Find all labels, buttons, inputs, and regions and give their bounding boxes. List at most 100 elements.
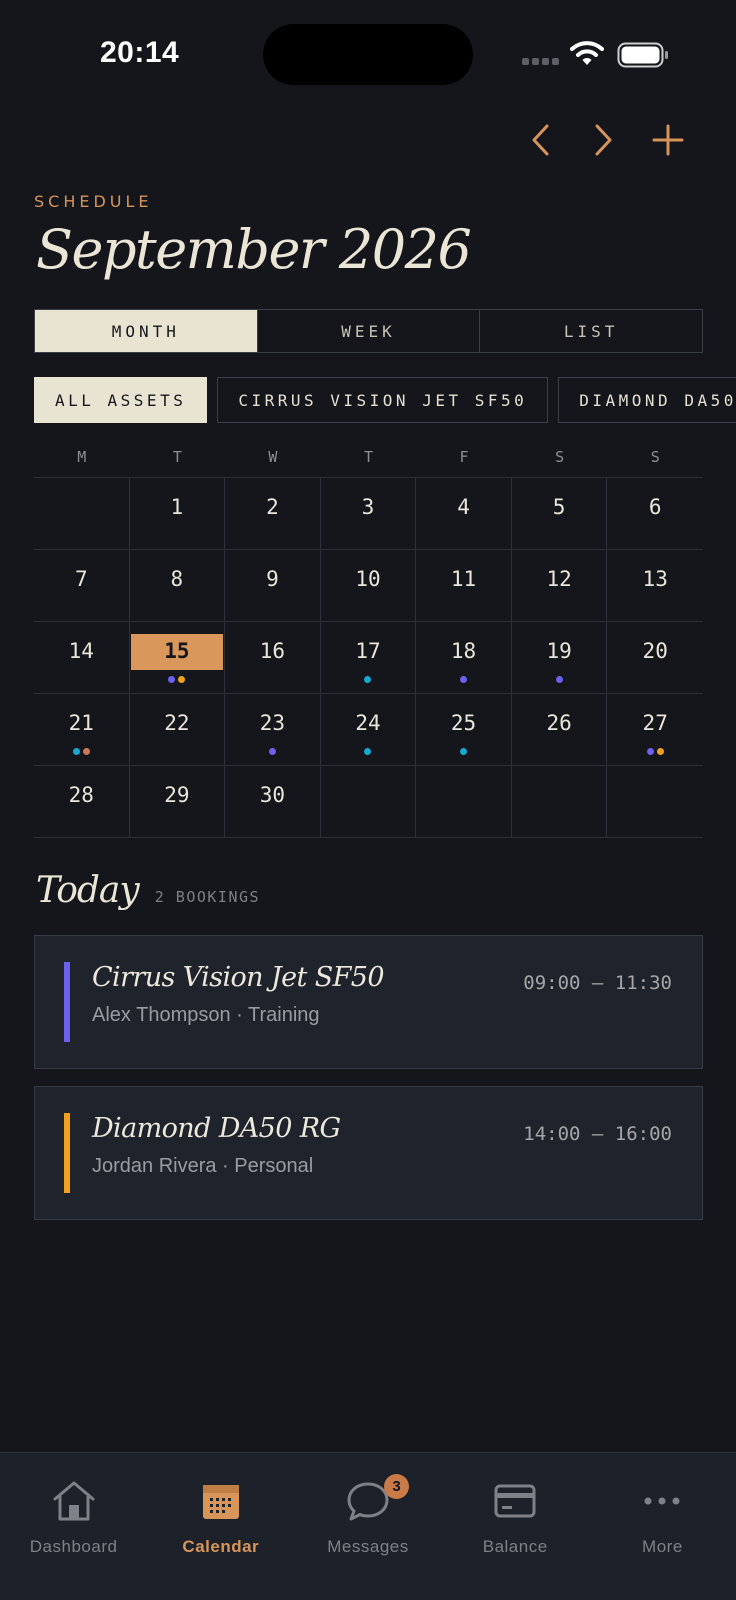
- calendar-day[interactable]: 5: [511, 478, 608, 550]
- calendar-day[interactable]: 9: [225, 550, 321, 622]
- day-number: 26: [546, 711, 572, 735]
- calendar-day[interactable]: 28: [34, 766, 130, 838]
- calendar-day[interactable]: 20: [607, 622, 703, 694]
- day-number: 16: [259, 639, 286, 663]
- booking-dot: [168, 676, 176, 683]
- calendar-day[interactable]: 11: [416, 550, 512, 622]
- tab-balance[interactable]: Balance: [442, 1453, 589, 1600]
- calendar-day[interactable]: 8: [129, 550, 226, 622]
- day-number: 25: [450, 711, 477, 735]
- calendar-empty-cell: [320, 766, 417, 838]
- calendar-day[interactable]: 25: [416, 694, 512, 766]
- bookings-count: 2 BOOKINGS: [154, 888, 261, 906]
- day-number: 10: [355, 567, 381, 591]
- month-calendar: M T W T F S S 1 2 3 4 5 6 7 8 9 10 11 12 13 14 15 16 17 1…: [34, 440, 703, 838]
- calendar-day[interactable]: 22: [129, 694, 226, 766]
- booking-dots: [416, 748, 511, 755]
- day-number: 9: [266, 567, 279, 591]
- calendar-day[interactable]: 26: [511, 694, 608, 766]
- filter-diamond-da50[interactable]: DIAMOND DA50 RG: [558, 377, 736, 423]
- tab-messages[interactable]: Messages: [294, 1453, 441, 1600]
- booking-dots: [512, 676, 607, 683]
- card-icon: [494, 1484, 536, 1518]
- booking-dot: [364, 748, 372, 755]
- calendar-day[interactable]: 24: [320, 694, 417, 766]
- tab-label: Calendar: [182, 1537, 260, 1556]
- calendar-day-today[interactable]: 15: [129, 622, 226, 694]
- chevron-right-icon: [595, 124, 612, 156]
- previous-month-button[interactable]: [522, 120, 558, 160]
- view-switcher: MONTH WEEK LIST: [34, 309, 703, 353]
- day-number: 11: [450, 567, 477, 591]
- booking-dots: [225, 748, 320, 755]
- filter-cirrus-vision-jet[interactable]: CIRRUS VISION JET SF50: [217, 377, 549, 423]
- today-header: Today 2 BOOKINGS: [36, 870, 260, 911]
- calendar-day[interactable]: 16: [225, 622, 321, 694]
- status-bar: 20:14: [0, 0, 736, 100]
- day-number: 22: [164, 711, 190, 735]
- calendar-day[interactable]: 19: [511, 622, 608, 694]
- booking-card[interactable]: Cirrus Vision Jet SF50 Alex Thompson · T…: [34, 935, 703, 1069]
- plus-icon: [652, 124, 684, 156]
- booking-dots: [321, 676, 416, 683]
- cellular-signal-icon: [522, 58, 559, 65]
- day-number: 23: [259, 711, 286, 735]
- calendar-day[interactable]: 17: [320, 622, 417, 694]
- tab-calendar[interactable]: Calendar: [147, 1453, 294, 1600]
- messages-badge: 3: [384, 1474, 409, 1499]
- calendar-day[interactable]: 18: [416, 622, 512, 694]
- weekday-label: T: [363, 448, 373, 466]
- calendar-day[interactable]: 29: [129, 766, 226, 838]
- bottom-tab-bar: Dashboard Calendar Messages Balance More: [0, 1452, 736, 1600]
- calendar-day[interactable]: 30: [225, 766, 321, 838]
- day-number: 29: [164, 783, 190, 807]
- day-number: 13: [642, 567, 668, 591]
- tab-more[interactable]: More: [589, 1453, 736, 1600]
- section-eyebrow: SCHEDULE: [34, 192, 153, 211]
- booking-dot: [555, 676, 563, 683]
- tab-dashboard[interactable]: Dashboard: [0, 1453, 147, 1600]
- calendar-day[interactable]: 14: [34, 622, 130, 694]
- booking-dots: [607, 748, 703, 755]
- day-number: 17: [355, 639, 381, 663]
- calendar-day[interactable]: 2: [225, 478, 321, 550]
- day-number: 14: [68, 639, 94, 663]
- booking-card[interactable]: Diamond DA50 RG Jordan Rivera · Personal…: [34, 1086, 703, 1220]
- tab-month[interactable]: MONTH: [35, 310, 258, 352]
- tab-week[interactable]: WEEK: [258, 310, 481, 352]
- calendar-day[interactable]: 12: [511, 550, 608, 622]
- home-icon: [53, 1481, 95, 1521]
- booking-aircraft: Cirrus Vision Jet SF50: [92, 962, 385, 993]
- booking-dots: [34, 748, 129, 755]
- tab-label: Dashboard: [29, 1537, 118, 1556]
- day-number: 24: [355, 711, 381, 735]
- booking-dot: [656, 748, 664, 755]
- calendar-day[interactable]: 4: [416, 478, 512, 550]
- wifi-icon: [570, 41, 604, 65]
- booking-dot: [460, 748, 468, 755]
- filter-all-assets[interactable]: ALL ASSETS: [34, 377, 208, 423]
- next-month-button[interactable]: [586, 120, 622, 160]
- calendar-day[interactable]: 27: [607, 694, 703, 766]
- tab-label: Balance: [482, 1537, 548, 1556]
- day-number: 28: [68, 783, 94, 807]
- weekday-label: T: [172, 448, 182, 466]
- day-number: 2: [266, 495, 279, 519]
- battery-icon: [617, 42, 668, 68]
- booking-aircraft: Diamond DA50 RG: [92, 1113, 341, 1144]
- calendar-day[interactable]: 1: [129, 478, 226, 550]
- calendar-day[interactable]: 21: [34, 694, 130, 766]
- calendar-day[interactable]: 6: [607, 478, 703, 550]
- day-number: 6: [648, 495, 662, 519]
- calendar-day[interactable]: 23: [225, 694, 321, 766]
- day-number: 3: [361, 495, 375, 519]
- calendar-day[interactable]: 13: [607, 550, 703, 622]
- chevron-left-icon: [532, 124, 549, 156]
- tab-list[interactable]: LIST: [480, 310, 702, 352]
- booking-color-bar: [64, 1113, 70, 1193]
- calendar-day[interactable]: 3: [320, 478, 417, 550]
- add-booking-button[interactable]: [650, 120, 686, 160]
- booking-dot: [178, 676, 186, 683]
- calendar-day[interactable]: 7: [34, 550, 130, 622]
- calendar-day[interactable]: 10: [320, 550, 417, 622]
